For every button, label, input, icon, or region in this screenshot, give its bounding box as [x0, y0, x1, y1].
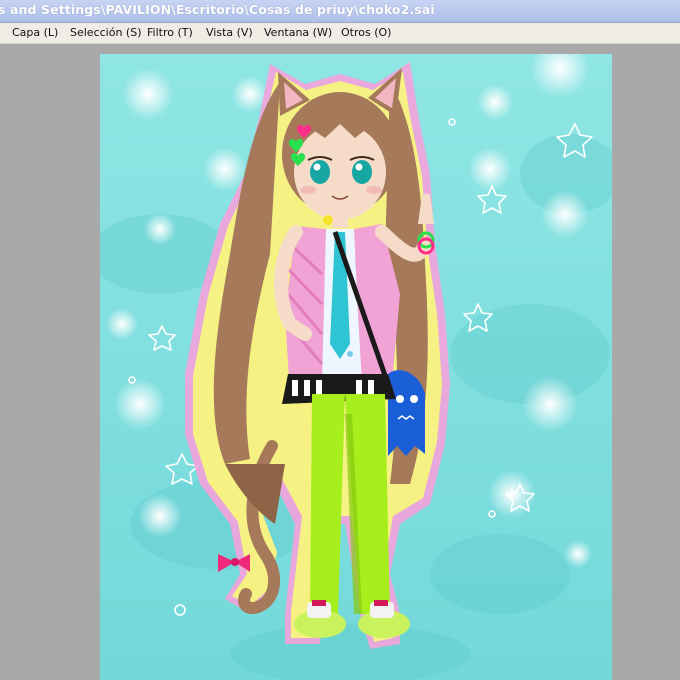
face [294, 124, 386, 220]
menu-filtro[interactable]: Filtro (T) [145, 25, 195, 40]
pin-badge [323, 215, 333, 225]
ghost-bag [388, 370, 425, 456]
menu-ventana[interactable]: Ventana (W) [262, 25, 334, 40]
window-title: s and Settings\PAVILION\Escritorio\Cosas… [0, 2, 435, 17]
artwork-illustration [100, 54, 612, 680]
window-title-bar: s and Settings\PAVILION\Escritorio\Cosas… [0, 0, 680, 23]
menu-otros[interactable]: Otros (O) [339, 25, 393, 40]
menu-capa[interactable]: Capa (L) [10, 25, 60, 40]
drawing-canvas[interactable] [100, 54, 612, 680]
menu-seleccion[interactable]: Selección (S) [68, 25, 144, 40]
menu-bar: Capa (L) Selección (S) Filtro (T) Vista … [0, 23, 680, 44]
menu-vista[interactable]: Vista (V) [204, 25, 255, 40]
